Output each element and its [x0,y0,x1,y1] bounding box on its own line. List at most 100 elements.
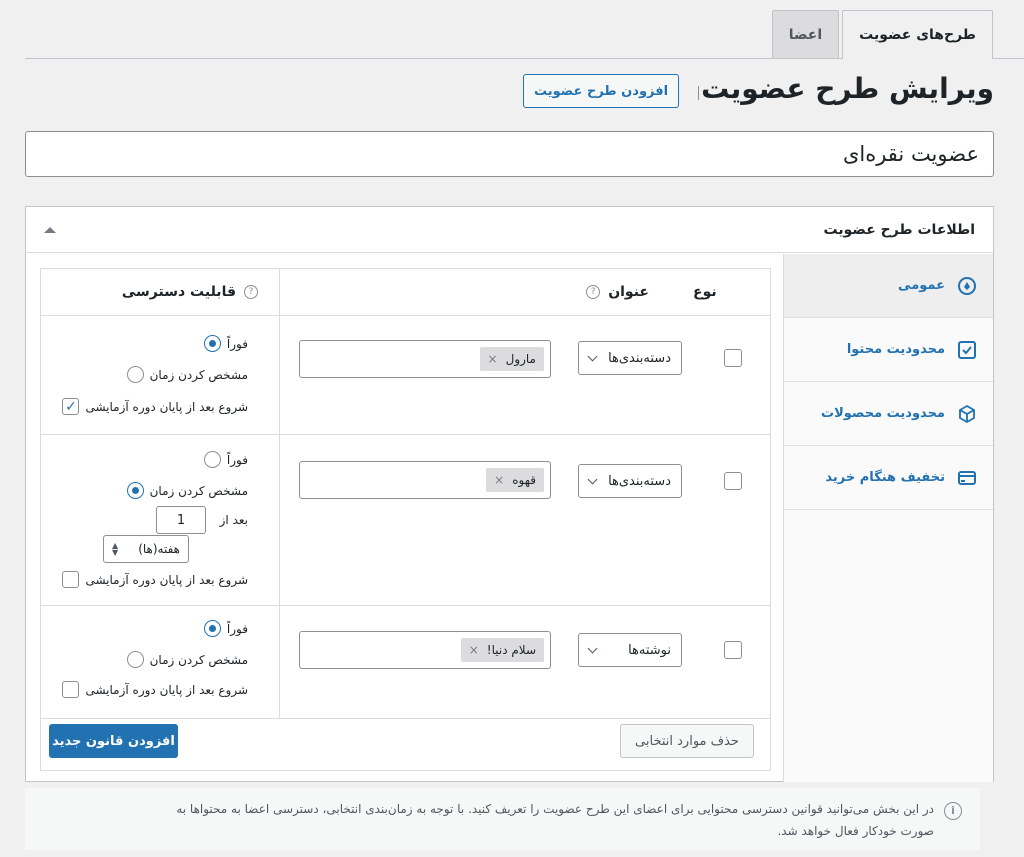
radio-schedule-option[interactable]: مشخص کردن زمان [126,366,248,383]
table-header-type-cell: نوع [693,269,770,316]
tab-membership-plans[interactable]: طرح‌های عضویت [842,10,993,59]
select-value: دسته‌بندی‌ها [608,350,671,366]
chevron-down-icon [587,474,598,484]
content-tag-field[interactable]: سلام دنیا! × [299,631,551,669]
column-header-type: نوع [693,284,717,300]
sidebar-item-product-restriction[interactable]: محدودیت محصولات [784,382,993,446]
checkbox-unchecked[interactable] [62,681,80,698]
sidebar-item-label: تخفیف هنگام خرید [825,470,945,485]
panel-sidebar: عمومی محدودیت محتوا محدودیت محصولات تخفی… [783,254,993,782]
checkbox-unchecked[interactable] [62,571,80,588]
schedule-unit-select[interactable]: هفته(ها) ▲ ▼ [103,535,189,563]
option-label: شروع بعد از پایان دوره آزمایشی [85,572,248,587]
option-label: شروع بعد از پایان دوره آزمایشی [85,399,248,414]
note-line-1: در این بخش می‌توانید قوانین دسترسی محتوا… [176,802,934,816]
trial-start-option[interactable]: شروع بعد از پایان دوره آزمایشی [62,571,248,588]
select-value: نوشته‌ها [628,642,671,658]
selected-tag: قهوه × [486,468,544,492]
tag-label: سلام دنیا! [486,643,536,657]
row-select-checkbox[interactable] [724,641,742,659]
selected-tag: مارول × [479,347,544,371]
schedule-amount-input[interactable]: 1 [156,506,206,534]
after-label: بعد از [220,513,248,527]
content-tag-field[interactable]: قهوه × [299,461,551,499]
column-header-access: قابلیت دسترسی [121,284,236,300]
page-title: ویرایش طرح عضویت [701,72,994,105]
sidebar-item-content-restriction[interactable]: محدودیت محتوا [784,318,993,382]
radio-schedule-option[interactable]: مشخص کردن زمان [126,482,248,499]
radio-immediate-option[interactable]: فوراً [203,620,248,637]
tag-label: مارول [505,352,536,366]
table-header-title-cell: عنوان ? [269,269,693,316]
sidebar-item-label: محدودیت محتوا [846,342,945,357]
plan-name-input[interactable]: عضویت نقره‌ای [25,131,994,177]
checkbox-icon [957,340,977,360]
sidebar-item-label: محدودیت محصولات [821,406,945,421]
note-line-2: صورت خودکار فعال خواهد شد. [777,824,934,838]
radio-button[interactable] [203,620,221,637]
tag-label: قهوه [512,473,536,487]
help-note: i در این بخش می‌توانید قوانین دسترسی محت… [25,788,980,850]
add-new-rule-button[interactable]: افزودن قانون جدید [49,724,178,758]
row-divider [41,434,770,435]
row-select-checkbox[interactable] [724,349,742,367]
credit-card-icon [957,468,977,488]
trial-start-option[interactable]: شروع بعد از پایان دوره آزمایشی [62,681,248,698]
chevron-down-icon [587,351,598,361]
content-type-select[interactable]: نوشته‌ها [578,633,682,667]
radio-button[interactable] [126,366,144,383]
radio-button[interactable] [203,335,221,352]
content-type-select[interactable]: دسته‌بندی‌ها [578,464,682,498]
info-icon: i [944,802,962,820]
row-select-checkbox[interactable] [724,472,742,490]
remove-tag-icon[interactable]: × [494,473,504,487]
cube-icon [957,404,977,424]
sidebar-item-general[interactable]: عمومی [784,254,993,318]
rules-table: نوع عنوان ? ? قابلیت دسترسی دسته‌بندی‌ها… [40,268,771,771]
panel-header: اطلاعات طرح عضویت [26,207,993,253]
title-separator [698,86,699,100]
option-label: مشخص کردن زمان [149,483,248,498]
unit-value: هفته(ها) [138,542,180,556]
radio-immediate-option[interactable]: فوراً [203,451,248,468]
chevron-down-icon [587,643,598,653]
nav-tabs: طرح‌های عضویت اعضا [771,10,993,59]
table-header-access-cell: ? قابلیت دسترسی [41,269,280,316]
trial-start-option[interactable]: شروع بعد از پایان دوره آزمایشی ✓ [62,398,248,415]
spinner-icon: ▲ ▼ [112,541,119,557]
amount-value: 1 [176,512,186,528]
radio-button[interactable] [126,651,144,668]
row-divider [41,718,770,719]
option-label: فوراً [226,452,248,467]
option-label: مشخص کردن زمان [149,652,248,667]
radio-schedule-option[interactable]: مشخص کردن زمان [126,651,248,668]
column-divider [279,269,280,718]
option-label: فوراً [226,336,248,351]
help-icon[interactable]: ? [586,285,601,299]
radio-button[interactable] [126,482,144,499]
sidebar-item-label: عمومی [898,278,945,293]
option-label: فوراً [226,621,248,636]
radio-immediate-option[interactable]: فوراً [203,335,248,352]
tab-members[interactable]: اعضا [771,10,840,58]
help-icon[interactable]: ? [244,285,258,299]
general-icon [957,276,977,296]
radio-button[interactable] [203,451,221,468]
row-divider [41,605,770,606]
delete-selected-button[interactable]: حذف موارد انتخابی [620,724,754,758]
content-tag-field[interactable]: مارول × [299,340,551,378]
option-label: مشخص کردن زمان [149,367,248,382]
panel-title: اطلاعات طرح عضویت [823,221,975,238]
content-type-select[interactable]: دسته‌بندی‌ها [578,341,682,375]
selected-tag: سلام دنیا! × [460,638,544,662]
checkbox-checked[interactable]: ✓ [62,398,80,415]
remove-tag-icon[interactable]: × [488,352,498,366]
column-header-title: عنوان [608,284,649,300]
sidebar-item-purchase-discount[interactable]: تخفیف هنگام خرید [784,446,993,510]
remove-tag-icon[interactable]: × [469,643,479,657]
collapse-toggle-icon[interactable] [44,226,56,233]
membership-plan-data-panel: اطلاعات طرح عضویت عمومی محدودیت محتوا مح… [25,206,994,782]
add-membership-plan-button[interactable]: افزودن طرح عضویت [523,74,679,108]
select-value: دسته‌بندی‌ها [608,473,671,489]
after-text: بعد از [219,513,248,527]
